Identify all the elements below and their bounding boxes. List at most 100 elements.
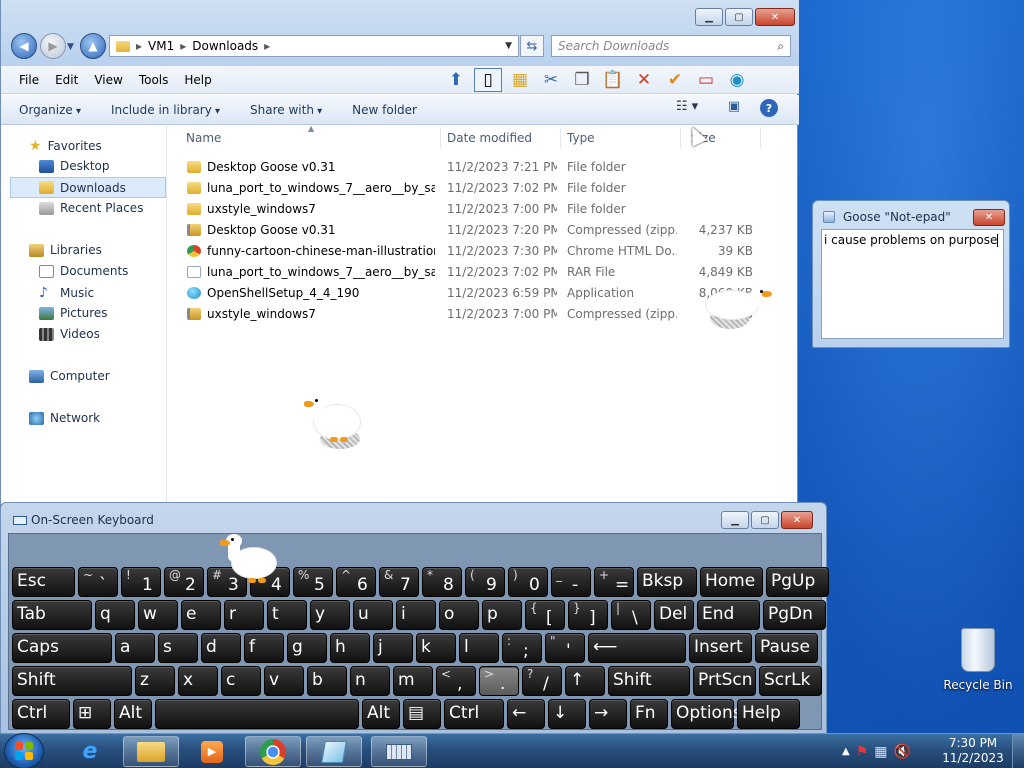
key[interactable]: l xyxy=(459,633,499,663)
key[interactable]: <, xyxy=(436,666,476,696)
menu-view[interactable]: View xyxy=(86,73,130,87)
maximize-button[interactable]: ▢ xyxy=(725,8,753,26)
system-clock[interactable]: 7:30 PM 11/2/2023 xyxy=(938,736,1008,766)
key[interactable]: Fn xyxy=(630,699,668,729)
key[interactable]: y xyxy=(310,600,350,630)
key[interactable]: ▤ xyxy=(403,699,441,729)
key[interactable]: Insert xyxy=(689,633,752,663)
key[interactable]: w xyxy=(138,600,178,630)
volume-muted-icon[interactable]: 🔇 xyxy=(894,744,911,760)
key[interactable]: Help xyxy=(737,699,800,729)
key[interactable]: ScrLk xyxy=(759,666,822,696)
key[interactable] xyxy=(155,699,359,729)
start-button[interactable] xyxy=(4,733,44,768)
key[interactable]: {[ xyxy=(525,600,565,630)
forward-button[interactable]: ▶ xyxy=(40,33,66,59)
key[interactable]: c xyxy=(221,666,261,696)
key[interactable]: → xyxy=(589,699,627,729)
key[interactable]: Shift xyxy=(12,666,132,696)
key[interactable]: Alt xyxy=(114,699,152,729)
key[interactable]: o xyxy=(439,600,479,630)
recent-pages-chevron-icon[interactable]: ▼ xyxy=(67,42,74,52)
nav-recent-places[interactable]: Recent Places xyxy=(39,201,143,215)
recycle-bin[interactable]: Recycle Bin xyxy=(940,628,1016,692)
nav-downloads[interactable]: Downloads xyxy=(10,177,166,198)
on-screen-keyboard-window[interactable]: On-Screen Keyboard ▁ ▢ ✕ Esc~`!1@2#3$4%5… xyxy=(0,502,829,734)
nav-libraries[interactable]: Libraries xyxy=(29,243,102,257)
help-button[interactable]: ? xyxy=(760,99,778,117)
toolbar-shell-icon[interactable]: ◉ xyxy=(724,68,750,92)
key[interactable]: ↓ xyxy=(548,699,586,729)
key[interactable]: + = xyxy=(594,567,634,597)
key[interactable]: Tab xyxy=(12,600,92,630)
nav-music[interactable]: ♪ Music xyxy=(39,285,94,301)
file-row[interactable]: luna_port_to_windows_7__aero__by_satu...… xyxy=(177,178,777,199)
key[interactable]: j xyxy=(373,633,413,663)
key[interactable]: Ctrl xyxy=(444,699,504,729)
goose-notepad-window[interactable]: Goose "Not-epad" ✕ i cause problems on p… xyxy=(812,200,1010,348)
taskbar-internet-explorer[interactable]: e xyxy=(62,736,118,767)
toolbar-view-icon[interactable]: ▦ xyxy=(507,68,533,92)
nav-computer[interactable]: Computer xyxy=(29,369,110,383)
file-row[interactable]: uxstyle_windows7 11/2/2023 7:00 PM Compres… xyxy=(177,304,777,325)
explorer-window[interactable]: ▁ ▢ ✕ ◀ ▶ ▼ ▲ ▸ VM1 ▸ Downloads ▸ ▼ ⇆ Se… xyxy=(0,0,799,505)
key[interactable]: % 5 xyxy=(293,567,333,597)
toolbar-cut-icon[interactable]: ✂ xyxy=(538,68,564,92)
show-hidden-icons-icon[interactable]: ▲ xyxy=(842,746,850,757)
file-row[interactable]: OpenShellSetup_4_4_190 11/2/2023 6:59 PM A… xyxy=(177,283,777,304)
key[interactable]: ⟵ xyxy=(588,633,686,663)
file-row[interactable]: uxstyle_windows7 11/2/2023 7:00 PM File fo… xyxy=(177,199,777,220)
column-date-modified[interactable]: Date modified xyxy=(447,127,532,149)
key[interactable]: ← xyxy=(507,699,545,729)
back-button[interactable]: ◀ xyxy=(11,33,37,59)
notepad-close-button[interactable]: ✕ xyxy=(973,209,1005,226)
key[interactable]: ^ 6 xyxy=(336,567,376,597)
key[interactable]: Options xyxy=(671,699,742,729)
key[interactable]: ⊞ xyxy=(73,699,111,729)
key[interactable]: q xyxy=(95,600,135,630)
taskbar-chrome[interactable] xyxy=(245,736,301,767)
address-bar[interactable]: ▸ VM1 ▸ Downloads ▸ ▼ xyxy=(109,35,519,57)
key[interactable]: n xyxy=(350,666,390,696)
key[interactable]: p xyxy=(482,600,522,630)
breadcrumb-vm1[interactable]: VM1 xyxy=(148,39,174,53)
file-row[interactable]: Desktop Goose v0.31 11/2/2023 7:21 PM File… xyxy=(177,157,777,178)
key[interactable]: PrtScn xyxy=(693,666,756,696)
key[interactable]: s xyxy=(158,633,198,663)
toolbar-copy-icon[interactable]: ❐ xyxy=(569,68,595,92)
key[interactable]: Alt xyxy=(362,699,400,729)
key[interactable]: h xyxy=(330,633,370,663)
up-button[interactable]: ▲ xyxy=(80,33,106,59)
key[interactable]: ~ ` xyxy=(78,567,118,597)
key[interactable]: a xyxy=(115,633,155,663)
key[interactable]: z xyxy=(135,666,175,696)
taskbar-on-screen-keyboard[interactable] xyxy=(371,736,427,767)
key[interactable]: k xyxy=(416,633,456,663)
menu-edit[interactable]: Edit xyxy=(47,73,86,87)
key[interactable]: :; xyxy=(502,633,542,663)
osk-minimize-button[interactable]: ▁ xyxy=(721,511,749,529)
menu-file[interactable]: File xyxy=(11,73,47,87)
column-name[interactable]: Name xyxy=(186,127,221,149)
key[interactable]: " ' xyxy=(545,633,585,663)
nav-desktop[interactable]: Desktop xyxy=(39,159,110,173)
file-row[interactable]: funny-cartoon-chinese-man-illustration-.… xyxy=(177,241,777,262)
new-folder-button[interactable]: New folder xyxy=(352,103,417,117)
osk-maximize-button[interactable]: ▢ xyxy=(751,511,779,529)
toolbar-checkmark-icon[interactable]: ✔ xyxy=(662,68,688,92)
key[interactable]: PgDn xyxy=(763,600,826,630)
key[interactable]: b xyxy=(307,666,347,696)
file-row[interactable]: luna_port_to_windows_7__aero__by_satu...… xyxy=(177,262,777,283)
refresh-button[interactable]: ⇆ xyxy=(520,35,544,57)
share-with-button[interactable]: Share with xyxy=(250,103,322,117)
minimize-button[interactable]: ▁ xyxy=(695,8,723,26)
key[interactable]: Caps xyxy=(12,633,112,663)
taskbar-notepad[interactable] xyxy=(306,736,362,767)
key[interactable]: u xyxy=(353,600,393,630)
network-status-icon[interactable]: ▦ xyxy=(874,744,887,760)
key[interactable]: Home xyxy=(700,567,763,597)
change-view-button[interactable]: ☷ ▾ xyxy=(669,99,705,114)
key[interactable]: x xyxy=(178,666,218,696)
key[interactable]: }] xyxy=(568,600,608,630)
nav-videos[interactable]: Videos xyxy=(39,327,100,341)
